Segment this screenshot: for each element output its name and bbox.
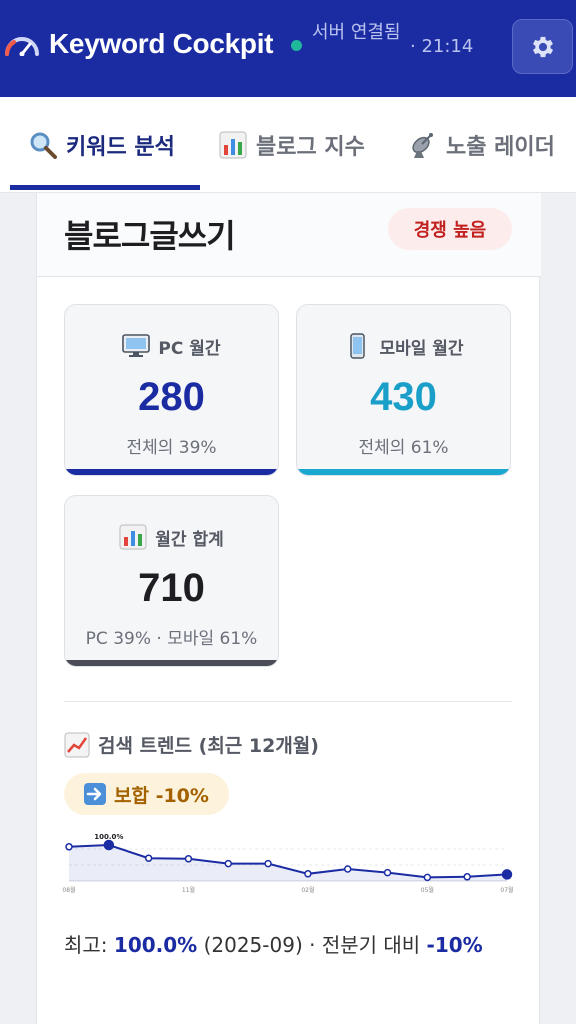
stat-value: 430 — [370, 375, 437, 419]
chart-point — [224, 859, 233, 868]
tab-label: 키워드 분석 — [66, 135, 175, 160]
stat-label-text: PC 월간 — [158, 338, 221, 359]
bar-chart-icon — [119, 524, 147, 550]
summary-change-value: -10% — [426, 933, 483, 957]
stat-color-bar — [65, 660, 278, 666]
chart-point — [501, 869, 513, 880]
summary-compare-label: · 전분기 대비 — [302, 933, 427, 957]
keyword-card-header: 블로그글쓰기 경쟁 높음 — [37, 193, 541, 277]
settings-button[interactable] — [512, 19, 573, 74]
stat-label: 월간 합계 — [65, 524, 278, 550]
chart-point — [343, 865, 352, 873]
status-time: · 21:14 — [410, 36, 474, 57]
stat-monthly-total: 월간 합계 710 PC 39% · 모바일 61% — [64, 495, 279, 667]
gear-icon — [532, 36, 553, 57]
active-tab-indicator — [10, 185, 200, 190]
stat-mobile-monthly: 모바일 월간 430 전체의 61% — [296, 304, 511, 476]
mobile-phone-icon — [350, 333, 366, 359]
tab-exposure-radar[interactable]: 노출 레이더 — [408, 97, 555, 193]
keyword-title: 블로그글쓰기 — [64, 217, 236, 255]
satellite-dish-icon — [412, 133, 433, 158]
chart-point — [65, 843, 73, 851]
connection-status-dot — [291, 40, 302, 51]
tab-label: 노출 레이더 — [446, 135, 555, 160]
chart-area — [69, 845, 507, 881]
tab-blog-index[interactable]: 블로그 지수 — [218, 97, 365, 193]
stat-label-text: 모바일 월간 — [379, 338, 464, 359]
right-arrow-icon — [84, 783, 106, 805]
stat-color-bar — [297, 469, 510, 475]
chart-tick-label: 02월 — [301, 886, 314, 894]
app-title: Keyword Cockpit — [49, 28, 274, 59]
trend-badge: 보합 -10% — [64, 773, 229, 815]
keyword-card: 블로그글쓰기 경쟁 높음 PC 월간 280 전체의 39% 모바일 월간 43… — [36, 193, 541, 1024]
stat-pc-monthly: PC 월간 280 전체의 39% — [64, 304, 279, 476]
stat-label: PC 월간 — [65, 333, 278, 359]
stat-subtext: PC 39% · 모바일 61% — [85, 629, 258, 649]
summary-peak-date: (2025-09) — [197, 933, 303, 957]
chart-point — [423, 873, 432, 882]
trend-section-title: 검색 트렌드 (최근 12개월) — [64, 731, 319, 758]
chart-point — [304, 870, 312, 878]
stat-label-text: 월간 합계 — [155, 529, 224, 550]
desktop-computer-icon — [122, 334, 151, 357]
tab-label: 블로그 지수 — [256, 135, 365, 160]
stat-subtext: 전체의 39% — [126, 438, 217, 458]
chart-point — [144, 854, 153, 862]
chart-peak-label: 100.0% — [94, 833, 123, 841]
stat-subtext: 전체의 61% — [358, 438, 449, 458]
stat-value: 280 — [138, 375, 205, 419]
chart-increasing-icon — [64, 732, 90, 757]
chart-tick-label: 11월 — [182, 886, 195, 894]
trend-badge-text: 보합 -10% — [114, 784, 209, 807]
bar-chart-icon — [219, 131, 247, 159]
chart-tick-label: 05월 — [421, 886, 434, 894]
stat-color-bar — [65, 469, 278, 475]
chart-point — [103, 839, 115, 851]
chart-tick-label: 08월 — [62, 886, 75, 894]
trend-title-text: 검색 트렌드 (최근 12개월) — [98, 735, 319, 757]
stat-label: 모바일 월간 — [297, 333, 510, 359]
tab-bar: 키워드 분석 블로그 지수 노출 레이더 — [0, 97, 576, 193]
trend-line-chart: 100.0% 08월 11월 02월 05월 07월 — [62, 833, 513, 894]
stat-value: 710 — [138, 566, 205, 610]
trend-summary: 최고: 100.0% (2025-09) · 전분기 대비 -10% — [64, 927, 514, 964]
chart-point — [264, 859, 272, 868]
chart-tick-label: 07월 — [500, 886, 513, 894]
section-divider — [64, 701, 512, 702]
chart-point — [463, 873, 471, 881]
summary-label: 최고: — [64, 933, 114, 957]
chart-point — [184, 855, 193, 863]
magnifier-icon — [30, 132, 57, 159]
connection-status-text: 서버 연결됨 — [312, 22, 401, 43]
speedometer-icon — [5, 37, 39, 56]
chart-point — [383, 868, 392, 877]
competition-badge: 경쟁 높음 — [388, 208, 512, 250]
tab-keyword-analysis[interactable]: 키워드 분석 — [28, 97, 175, 193]
app-header: Keyword Cockpit 서버 연결됨 · 21:14 — [0, 0, 576, 97]
summary-peak-value: 100.0% — [113, 933, 198, 957]
